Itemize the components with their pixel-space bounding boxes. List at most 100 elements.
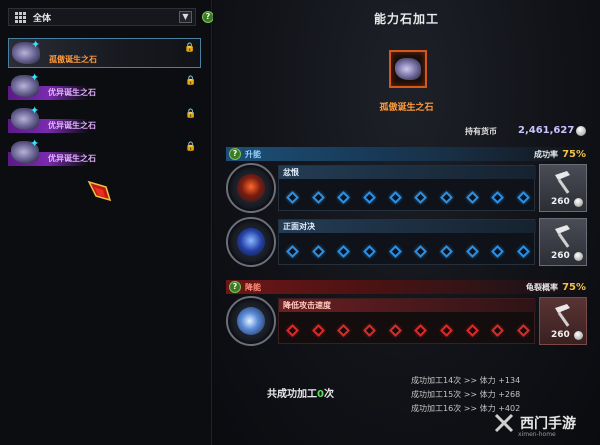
process-button[interactable]: 260 bbox=[539, 218, 587, 266]
slot-diamond bbox=[337, 190, 351, 204]
slot-diamond bbox=[414, 190, 428, 204]
hammer-cursor-icon bbox=[87, 180, 112, 202]
stone-list-item[interactable]: ✦ 优异诞生之石 🔒 bbox=[8, 138, 201, 168]
hammer-icon bbox=[555, 225, 570, 248]
stone-name: 优异诞生之石 bbox=[48, 154, 96, 163]
coin-icon bbox=[574, 198, 583, 207]
slot-row bbox=[286, 244, 530, 258]
coin-icon bbox=[576, 126, 586, 136]
currency-label: 持有货币 bbox=[465, 127, 497, 136]
lock-icon[interactable]: 🔒 bbox=[185, 142, 196, 152]
process-cost: 260 bbox=[551, 197, 570, 207]
ability-icon bbox=[226, 163, 276, 213]
filter-label: 全体 bbox=[33, 13, 52, 24]
slot-diamond bbox=[440, 190, 453, 204]
success-rate-label: 成功率 bbox=[534, 149, 558, 159]
sparkle-icon: ✦ bbox=[30, 104, 40, 117]
upgrade-section-header: ? 升能 成功率 75% bbox=[226, 147, 588, 161]
lock-icon[interactable]: 🔒 bbox=[184, 43, 195, 53]
selected-stone-name: 孤傲诞生之石 bbox=[379, 103, 434, 113]
stone-gem-icon bbox=[395, 58, 421, 80]
upgrade-section-title: 升能 bbox=[245, 149, 261, 159]
stone-name: 孤傲诞生之石 bbox=[49, 55, 97, 64]
slot-row bbox=[286, 323, 530, 337]
slot-diamond bbox=[337, 323, 351, 337]
effect-name: 降低攻击速度 bbox=[279, 299, 536, 312]
slot-diamond bbox=[517, 323, 530, 337]
slot-row bbox=[286, 190, 530, 204]
slot-diamond bbox=[363, 190, 376, 204]
slot-diamond bbox=[414, 244, 428, 258]
effect-name: 忿恨 bbox=[279, 166, 536, 179]
stone-list-item[interactable]: ✦ 优异诞生之石 🔒 bbox=[8, 105, 201, 135]
bonus-item: 成功加工14次 >> 体力 +134 bbox=[411, 376, 521, 385]
slot-diamond bbox=[465, 190, 479, 204]
coin-icon bbox=[574, 252, 583, 261]
slot-diamond bbox=[388, 244, 402, 258]
hammer-icon bbox=[555, 304, 570, 327]
ability-row: 降低攻击速度 260 bbox=[226, 296, 588, 346]
filter-dropdown[interactable]: 全体 ▼ bbox=[8, 8, 196, 26]
success-count: 0 bbox=[317, 389, 324, 400]
slot-diamond bbox=[286, 244, 299, 258]
currency-value: 2,461,627 bbox=[518, 125, 575, 136]
process-button[interactable]: 260 bbox=[539, 164, 587, 212]
slot-diamond bbox=[311, 323, 325, 337]
slot-diamond bbox=[388, 323, 402, 337]
sparkle-icon: ✦ bbox=[30, 137, 40, 150]
downgrade-section-header: ? 降能 龟裂概率 75% bbox=[226, 280, 588, 294]
effect-bar: 忿恨 bbox=[278, 165, 536, 211]
watermark-logo-icon bbox=[494, 413, 514, 433]
help-icon[interactable]: ? bbox=[229, 148, 241, 160]
process-cost: 260 bbox=[551, 251, 570, 261]
slot-diamond bbox=[363, 244, 376, 258]
bonus-item: 成功加工15次 >> 体力 +268 bbox=[411, 390, 521, 399]
effect-name: 正面对决 bbox=[279, 220, 536, 233]
process-button[interactable]: 260 bbox=[539, 297, 587, 345]
lock-icon[interactable]: 🔒 bbox=[185, 76, 196, 86]
crack-rate-label: 龟裂概率 bbox=[526, 282, 558, 292]
slot-diamond bbox=[517, 244, 530, 258]
slot-diamond bbox=[286, 190, 299, 204]
hammer-icon bbox=[555, 171, 570, 194]
ability-icon bbox=[226, 217, 276, 267]
slot-diamond bbox=[388, 190, 402, 204]
summary-prefix: 共成功加工 bbox=[267, 389, 317, 400]
success-rate-value: 75% bbox=[562, 148, 586, 160]
slot-diamond bbox=[337, 244, 351, 258]
lock-icon[interactable]: 🔒 bbox=[185, 109, 196, 119]
sparkle-icon: ✦ bbox=[30, 71, 40, 84]
slot-diamond bbox=[491, 190, 505, 204]
watermark-url: ximen-home bbox=[518, 431, 556, 438]
slot-diamond bbox=[440, 323, 453, 337]
slot-diamond bbox=[465, 244, 479, 258]
process-cost: 260 bbox=[551, 330, 570, 340]
effect-bar: 正面对决 bbox=[278, 219, 536, 265]
processing-panel: 能力石加工 孤傲诞生之石 持有货币 2,461,627 ? 升能 成功率 75%… bbox=[213, 0, 600, 445]
coin-icon bbox=[574, 331, 583, 340]
slot-diamond bbox=[517, 190, 530, 204]
chevron-down-icon[interactable]: ▼ bbox=[179, 11, 192, 23]
stone-list-item[interactable]: ✦ 孤傲诞生之石 🔒 bbox=[8, 38, 201, 68]
summary-suffix: 次 bbox=[323, 389, 334, 400]
slot-diamond bbox=[440, 244, 453, 258]
stone-name: 优异诞生之石 bbox=[48, 121, 96, 130]
watermark-text: 西门手游 bbox=[520, 416, 576, 432]
slot-diamond bbox=[414, 323, 428, 337]
ability-icon bbox=[226, 296, 276, 346]
slot-diamond bbox=[311, 244, 325, 258]
slot-diamond bbox=[491, 323, 505, 337]
help-icon[interactable]: ? bbox=[229, 281, 241, 293]
ability-row: 正面对决 260 bbox=[226, 217, 588, 267]
sparkle-icon: ✦ bbox=[31, 38, 41, 51]
slot-diamond bbox=[311, 190, 325, 204]
slot-diamond bbox=[491, 244, 505, 258]
watermark: 西门手游 ximen-home bbox=[490, 409, 592, 438]
stone-list-item[interactable]: ✦ 优异诞生之石 🔒 bbox=[8, 72, 201, 102]
effect-bar: 降低攻击速度 bbox=[278, 298, 536, 344]
ability-row: 忿恨 260 bbox=[226, 163, 588, 213]
slot-diamond bbox=[465, 323, 479, 337]
stone-list-panel: 全体 ▼ ? ✦ 孤傲诞生之石 🔒 ✦ 优异诞生之石 🔒 ✦ 优异诞生之石 🔒 … bbox=[0, 0, 214, 445]
crack-rate-value: 75% bbox=[562, 281, 586, 293]
grid-icon bbox=[13, 10, 27, 24]
